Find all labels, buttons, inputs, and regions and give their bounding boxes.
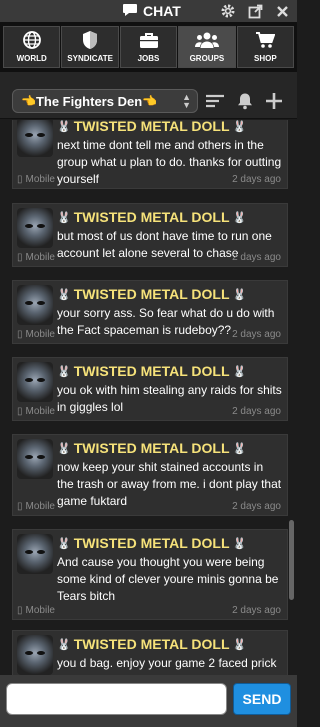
hand-prefix-emoji: 👈 — [21, 94, 36, 108]
bunny-icon: 🐰 — [57, 365, 71, 378]
gear-icon[interactable] — [218, 0, 238, 22]
avatar[interactable] — [17, 285, 53, 325]
message-item: 🐰 TWISTED METAL DOLL 🐰 but most of us dont… — [12, 203, 288, 267]
tab-groups[interactable]: GROUPS — [178, 26, 236, 68]
filter-icon[interactable] — [203, 89, 227, 113]
chat-message-input[interactable] — [6, 683, 227, 715]
close-icon[interactable] — [272, 0, 292, 22]
message-time: 2 days ago — [232, 329, 281, 340]
message-item: 🐰 TWISTED METAL DOLL 🐰 your sorry ass. So … — [12, 280, 288, 344]
message-text: And cause you thought you were being som… — [57, 555, 279, 603]
bunny-icon: 🐰 — [57, 288, 71, 301]
message-sender[interactable]: 🐰 TWISTED METAL DOLL 🐰 — [57, 286, 246, 302]
tab-jobs-label: JOBS — [137, 54, 160, 63]
message-sender[interactable]: 🐰 TWISTED METAL DOLL 🐰 — [57, 636, 246, 652]
chat-title-text: CHAT — [143, 3, 181, 19]
bunny-icon: 🐰 — [232, 537, 247, 550]
message-item: 🐰 TWISTED METAL DOLL 🐰 And cause you thoug… — [12, 529, 288, 620]
message-sender[interactable]: 🐰 TWISTED METAL DOLL 🐰 — [57, 363, 246, 379]
message-device: Mobile — [25, 406, 55, 417]
message-meta: ▯ Mobile 2 days ago — [17, 501, 281, 512]
bunny-icon: 🐰 — [57, 120, 71, 133]
message-scrollbar[interactable] — [289, 120, 294, 675]
message-device: Mobile — [25, 329, 55, 340]
avatar[interactable] — [17, 534, 53, 574]
tab-shop-label: SHOP — [253, 54, 277, 63]
bunny-icon: 🐰 — [232, 638, 247, 651]
briefcase-icon — [139, 29, 159, 51]
message-device: Mobile — [25, 174, 55, 185]
chat-nav-tabs: WORLD SYNDICATE JOBS GROUPS SHOP — [0, 22, 297, 72]
channel-name: The Fighters Den — [35, 93, 143, 109]
message-time: 2 days ago — [232, 174, 281, 185]
message-meta: ▯ Mobile 2 days ago — [17, 329, 281, 340]
message-item: 🐰 TWISTED METAL DOLL 🐰 you ok with him ste… — [12, 357, 288, 421]
channel-bar: 👈 The Fighters Den 👈 ▲ ▼ — [0, 72, 297, 119]
message-sender[interactable]: 🐰 TWISTED METAL DOLL 🐰 — [57, 120, 246, 134]
shield-icon — [81, 29, 99, 51]
chat-titlebar: CHAT — [0, 0, 297, 22]
phone-icon: ▯ — [17, 501, 23, 512]
phone-icon: ▯ — [17, 174, 23, 185]
tab-syndicate-label: SYNDICATE — [67, 54, 113, 63]
tab-groups-label: GROUPS — [189, 54, 225, 63]
message-item: 🐰 TWISTED METAL DOLL 🐰 next time dont tell… — [12, 120, 288, 189]
avatar[interactable] — [17, 439, 53, 479]
chat-bubble-icon — [122, 3, 138, 20]
message-meta: ▯ Mobile 2 days ago — [17, 406, 281, 417]
hand-suffix-emoji: 👈 — [142, 94, 158, 108]
message-item: 🐰 TWISTED METAL DOLL 🐰 now keep your shit … — [12, 434, 288, 516]
chat-input-bar: SEND — [0, 675, 297, 727]
message-meta: ▯ Mobile 2 days ago — [17, 174, 281, 185]
message-sender[interactable]: 🐰 TWISTED METAL DOLL 🐰 — [57, 535, 246, 551]
select-caret-icon: ▲ ▼ — [182, 92, 191, 110]
message-item: 🐰 TWISTED METAL DOLL 🐰 you d bag. enjoy yo… — [12, 630, 288, 675]
phone-icon: ▯ — [17, 252, 23, 263]
avatar[interactable] — [17, 120, 53, 157]
bunny-icon: 🐰 — [57, 638, 71, 651]
message-time: 2 days ago — [232, 406, 281, 417]
message-sender[interactable]: 🐰 TWISTED METAL DOLL 🐰 — [57, 440, 246, 456]
cart-icon — [255, 29, 276, 51]
tab-world-label: WORLD — [16, 54, 47, 63]
bunny-icon: 🐰 — [232, 211, 247, 224]
message-time: 2 days ago — [232, 501, 281, 512]
message-list[interactable]: 🐰 TWISTED METAL DOLL 🐰 next time dont tell… — [0, 120, 297, 675]
message-sender[interactable]: 🐰 TWISTED METAL DOLL 🐰 — [57, 209, 246, 225]
people-icon — [194, 29, 219, 51]
bunny-icon: 🐰 — [232, 120, 247, 133]
message-meta: ▯ Mobile 2 days ago — [17, 605, 281, 616]
bunny-icon: 🐰 — [57, 442, 71, 455]
channel-select[interactable]: 👈 The Fighters Den 👈 ▲ ▼ — [12, 89, 198, 113]
message-time: 2 days ago — [232, 252, 281, 263]
message-time: 2 days ago — [232, 605, 281, 616]
avatar[interactable] — [17, 635, 53, 675]
plus-icon[interactable] — [262, 89, 286, 113]
bell-icon[interactable] — [233, 89, 257, 113]
phone-icon: ▯ — [17, 406, 23, 417]
bunny-icon: 🐰 — [232, 365, 247, 378]
phone-icon: ▯ — [17, 605, 23, 616]
bunny-icon: 🐰 — [57, 537, 71, 550]
avatar[interactable] — [17, 362, 53, 402]
tab-shop[interactable]: SHOP — [236, 26, 295, 68]
message-device: Mobile — [25, 501, 55, 512]
bunny-icon: 🐰 — [232, 442, 247, 455]
chat-title: CHAT — [122, 2, 181, 20]
message-device: Mobile — [25, 252, 55, 263]
message-text: you d bag. enjoy your game 2 faced prick — [57, 656, 277, 670]
bunny-icon: 🐰 — [57, 211, 71, 224]
phone-icon: ▯ — [17, 329, 23, 340]
send-button[interactable]: SEND — [233, 683, 291, 715]
popout-icon[interactable] — [245, 0, 265, 22]
bunny-icon: 🐰 — [232, 288, 247, 301]
tab-jobs[interactable]: JOBS — [119, 26, 178, 68]
message-meta: ▯ Mobile 2 days ago — [17, 252, 281, 263]
scrollbar-thumb[interactable] — [289, 520, 294, 600]
message-device: Mobile — [25, 605, 55, 616]
avatar[interactable] — [17, 208, 53, 248]
tab-world[interactable]: WORLD — [3, 26, 61, 68]
globe-icon — [22, 29, 42, 51]
tab-syndicate[interactable]: SYNDICATE — [61, 26, 119, 68]
